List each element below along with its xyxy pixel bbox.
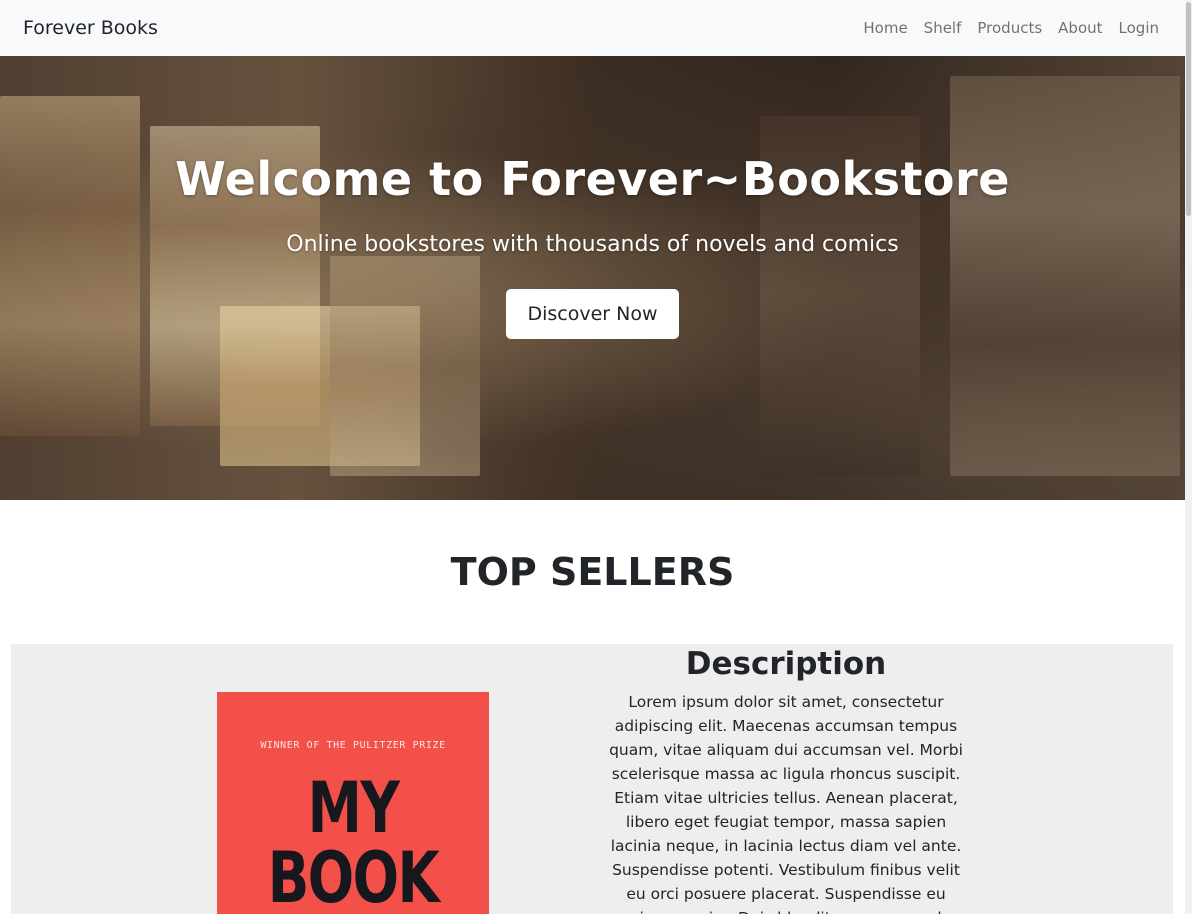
- nav-link-shelf[interactable]: Shelf: [924, 19, 962, 37]
- description-column: Description Lorem ipsum dolor sit amet, …: [596, 644, 976, 914]
- hero-title: Welcome to Forever~Bookstore: [175, 152, 1010, 206]
- hero-subtitle: Online bookstores with thousands of nove…: [286, 232, 899, 257]
- nav-link-home[interactable]: Home: [863, 19, 907, 37]
- brand-link[interactable]: Forever Books: [23, 17, 158, 39]
- nav-link-login[interactable]: Login: [1119, 19, 1159, 37]
- book-cover-image[interactable]: WINNER OF THE PULITZER PRIZE MY BOOK: [217, 692, 489, 914]
- cover-kicker: WINNER OF THE PULITZER PRIZE: [260, 740, 446, 751]
- nav-link-products[interactable]: Products: [977, 19, 1042, 37]
- discover-now-button[interactable]: Discover Now: [506, 289, 679, 339]
- hero-content: Welcome to Forever~Bookstore Online book…: [0, 152, 1185, 339]
- cover-title-line: MY: [307, 767, 400, 849]
- nav-link-about[interactable]: About: [1058, 19, 1102, 37]
- page-scrollbar[interactable]: [1185, 0, 1192, 914]
- navbar: Forever Books Home Shelf Products About …: [0, 0, 1185, 56]
- description-text: Lorem ipsum dolor sit amet, consectetur …: [609, 693, 963, 914]
- hero-banner: Welcome to Forever~Bookstore Online book…: [0, 56, 1185, 500]
- page: Forever Books Home Shelf Products About …: [0, 0, 1192, 914]
- scrollbar-thumb[interactable]: [1186, 2, 1191, 216]
- description-heading: Description: [685, 646, 887, 682]
- cover-title: MY BOOK: [247, 773, 459, 913]
- top-seller-panel: WINNER OF THE PULITZER PRIZE MY BOOK Des…: [11, 644, 1173, 914]
- nav-links: Home Shelf Products About Login: [847, 19, 1159, 37]
- cover-title-line: BOOK: [267, 837, 440, 914]
- top-sellers-heading: TOP SELLERS: [450, 550, 735, 594]
